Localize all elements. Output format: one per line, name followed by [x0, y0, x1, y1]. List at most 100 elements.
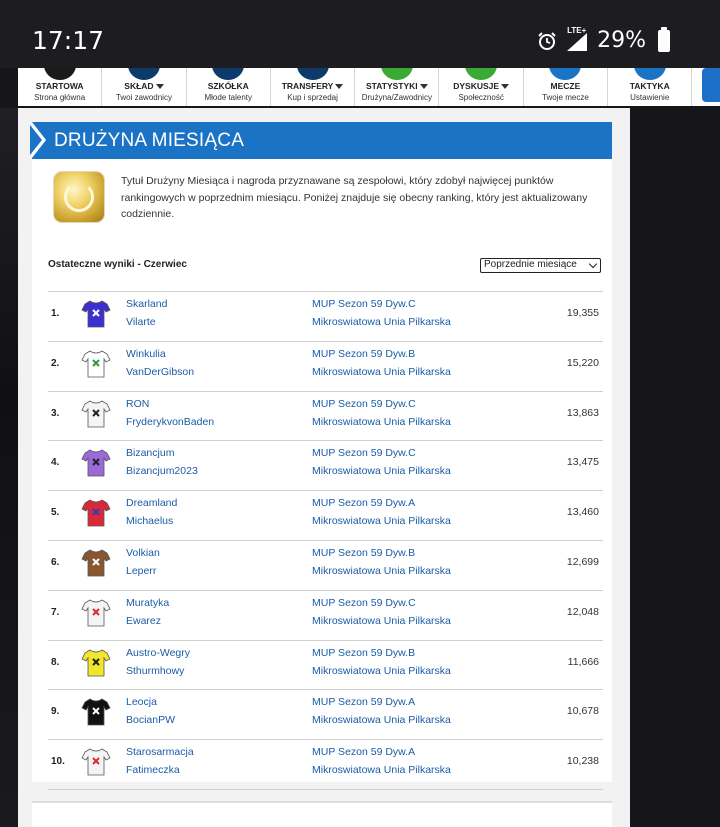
association-link[interactable]: Mikroswiatowa Unia Pilkarska	[312, 515, 451, 527]
league-link[interactable]: MUP Sezon 59 Dyw.B	[312, 348, 415, 360]
team-jersey-icon	[81, 697, 111, 727]
status-bar: 17:17 LTE+ 29%	[0, 0, 720, 68]
team-name-link[interactable]: Muratyka	[126, 597, 169, 609]
nav-label: SZKÓŁKA	[187, 81, 270, 91]
manager-name-link[interactable]: Leperr	[126, 565, 156, 577]
table-row: 5. Dreamland Michaelus MUP Sezon 59 Dyw.A Mi…	[48, 491, 603, 541]
association-link[interactable]: Mikroswiatowa Unia Pilkarska	[312, 366, 451, 378]
team-name-link[interactable]: Leocja	[126, 696, 157, 708]
manager-name-link[interactable]: BocianPW	[126, 714, 175, 726]
laurel-icon	[64, 182, 94, 212]
nav-label: TRANSFERY	[271, 81, 354, 91]
caret-down-icon	[155, 84, 164, 90]
caret-down-icon	[335, 84, 344, 90]
nav-item-transfery[interactable]: TRANSFERY Kup i sprzedaj	[271, 68, 356, 106]
association-link[interactable]: Mikroswiatowa Unia Pilkarska	[312, 665, 451, 677]
ranking-points: 11,666	[567, 655, 599, 668]
ranking-points: 12,699	[566, 555, 599, 568]
manager-name-link[interactable]: Sthurmhowy	[126, 665, 184, 677]
select-value: Poprzednie miesiące	[484, 259, 577, 270]
league-link[interactable]: MUP Sezon 59 Dyw.A	[312, 696, 415, 708]
association-link[interactable]: Mikroswiatowa Unia Pilkarska	[312, 465, 451, 477]
manager-name-link[interactable]: Ewarez	[126, 615, 161, 627]
nav-sublabel: Strona główna	[34, 93, 86, 102]
gold-medal-icon	[54, 172, 104, 222]
rank-number: 2.	[51, 357, 60, 369]
nav-label-text: MECZE	[550, 81, 581, 91]
nav-label-text: STARTOWA	[35, 81, 84, 91]
manager-name-link[interactable]: Vilarte	[126, 316, 156, 328]
panel-header: DRUŻYNA MIESIĄCA	[30, 122, 612, 159]
league-link[interactable]: MUP Sezon 59 Dyw.C	[312, 398, 416, 410]
nav-label: DYSKUSJE	[439, 81, 522, 91]
association-link[interactable]: Mikroswiatowa Unia Pilkarska	[312, 416, 451, 428]
manager-name-link[interactable]: VanDerGibson	[126, 366, 194, 378]
nav-item-statystyki[interactable]: STATYSTYKI Drużyna/Zawodnicy	[355, 68, 440, 106]
team-name-link[interactable]: Bizancjum	[126, 447, 174, 459]
nav-sublabel: Ustawienie	[630, 93, 670, 102]
manager-name-link[interactable]: FryderykvonBaden	[126, 416, 214, 428]
nav-extra-button[interactable]	[702, 68, 720, 102]
nav-label: STARTOWA	[18, 81, 101, 91]
table-row: 1. Skarland Vilarte MUP Sezon 59 Dyw.C Mikro…	[48, 292, 603, 342]
rank-number: 3.	[51, 407, 60, 419]
team-of-month-panel: DRUŻYNA MIESIĄCA Tytuł Drużyny Miesiąca …	[30, 122, 612, 790]
team-name-link[interactable]: Austro-Wegry	[126, 647, 190, 659]
team-name-link[interactable]: RON	[126, 398, 149, 410]
nav-icon	[296, 68, 329, 80]
table-row: 9. Leocja BocianPW MUP Sezon 59 Dyw.A Mikros…	[48, 690, 603, 741]
association-link[interactable]: Mikroswiatowa Unia Pilkarska	[312, 316, 451, 328]
team-jersey-icon	[81, 349, 111, 379]
nav-icon	[549, 68, 582, 80]
ranking-points: 10,678	[566, 705, 599, 718]
nav-item-szkółka[interactable]: SZKÓŁKA Młode talenty	[187, 68, 271, 106]
nav-item-dyskusje[interactable]: DYSKUSJE Społeczność	[439, 68, 524, 106]
nav-label-text: TAKTYKA	[629, 81, 670, 91]
team-name-link[interactable]: Winkulia	[126, 348, 166, 360]
team-jersey-icon	[81, 747, 111, 777]
team-name-link[interactable]: Volkian	[126, 547, 160, 559]
caret-down-icon	[501, 84, 510, 90]
nav-label: MECZE	[524, 81, 607, 91]
league-link[interactable]: MUP Sezon 59 Dyw.A	[312, 497, 415, 509]
team-jersey-icon	[81, 548, 111, 578]
battery-percent: 29%	[597, 28, 646, 53]
league-link[interactable]: MUP Sezon 59 Dyw.C	[312, 597, 416, 609]
nav-item-mecze[interactable]: MECZE Twoje mecze	[524, 68, 609, 106]
nav-icon	[43, 68, 76, 80]
league-link[interactable]: MUP Sezon 59 Dyw.A	[312, 746, 415, 758]
team-name-link[interactable]: Starosarmacja	[126, 746, 194, 758]
league-link[interactable]: MUP Sezon 59 Dyw.B	[312, 547, 415, 559]
table-row: 6. Volkian Leperr MUP Sezon 59 Dyw.B Mikrosw…	[48, 541, 603, 591]
nav-item-startowa[interactable]: STARTOWA Strona główna	[18, 68, 103, 106]
panel-title: DRUŻYNA MIESIĄCA	[54, 130, 245, 151]
nav-label-text: TRANSFERY	[281, 81, 334, 91]
rank-number: 8.	[51, 656, 60, 668]
nav-sublabel: Twoje mecze	[542, 93, 589, 102]
league-link[interactable]: MUP Sezon 59 Dyw.C	[312, 447, 416, 459]
ranking-points: 15,220	[566, 356, 599, 369]
association-link[interactable]: Mikroswiatowa Unia Pilkarska	[312, 565, 451, 577]
table-row: 10. Starosarmacja Fatimeczka MUP Sezon 59 D…	[48, 740, 603, 790]
manager-name-link[interactable]: Fatimeczka	[126, 764, 180, 776]
rank-number: 7.	[51, 606, 60, 618]
league-link[interactable]: MUP Sezon 59 Dyw.C	[312, 298, 416, 310]
league-link[interactable]: MUP Sezon 59 Dyw.B	[312, 647, 415, 659]
team-name-link[interactable]: Skarland	[126, 298, 167, 310]
nav-icon	[127, 68, 160, 80]
nav-sublabel: Kup i sprzedaj	[287, 93, 338, 102]
nav-sublabel: Młode talenty	[204, 93, 253, 102]
signal-icon: LTE+	[565, 26, 589, 52]
manager-name-link[interactable]: Michaelus	[126, 515, 173, 527]
team-name-link[interactable]: Dreamland	[126, 497, 177, 509]
nav-item-skład[interactable]: SKŁAD Twoi zawodnicy	[102, 68, 187, 106]
ranking-points: 10,238	[566, 755, 599, 768]
nav-item-taktyka[interactable]: TAKTYKA Ustawienie	[608, 68, 693, 106]
association-link[interactable]: Mikroswiatowa Unia Pilkarska	[312, 615, 451, 627]
association-link[interactable]: Mikroswiatowa Unia Pilkarska	[312, 714, 451, 726]
manager-name-link[interactable]: Bizancjum2023	[126, 465, 198, 477]
next-panel	[32, 801, 612, 827]
ranking-points: 19,355	[566, 307, 599, 319]
previous-months-select[interactable]: Poprzednie miesiące	[480, 258, 601, 273]
association-link[interactable]: Mikroswiatowa Unia Pilkarska	[312, 764, 451, 776]
